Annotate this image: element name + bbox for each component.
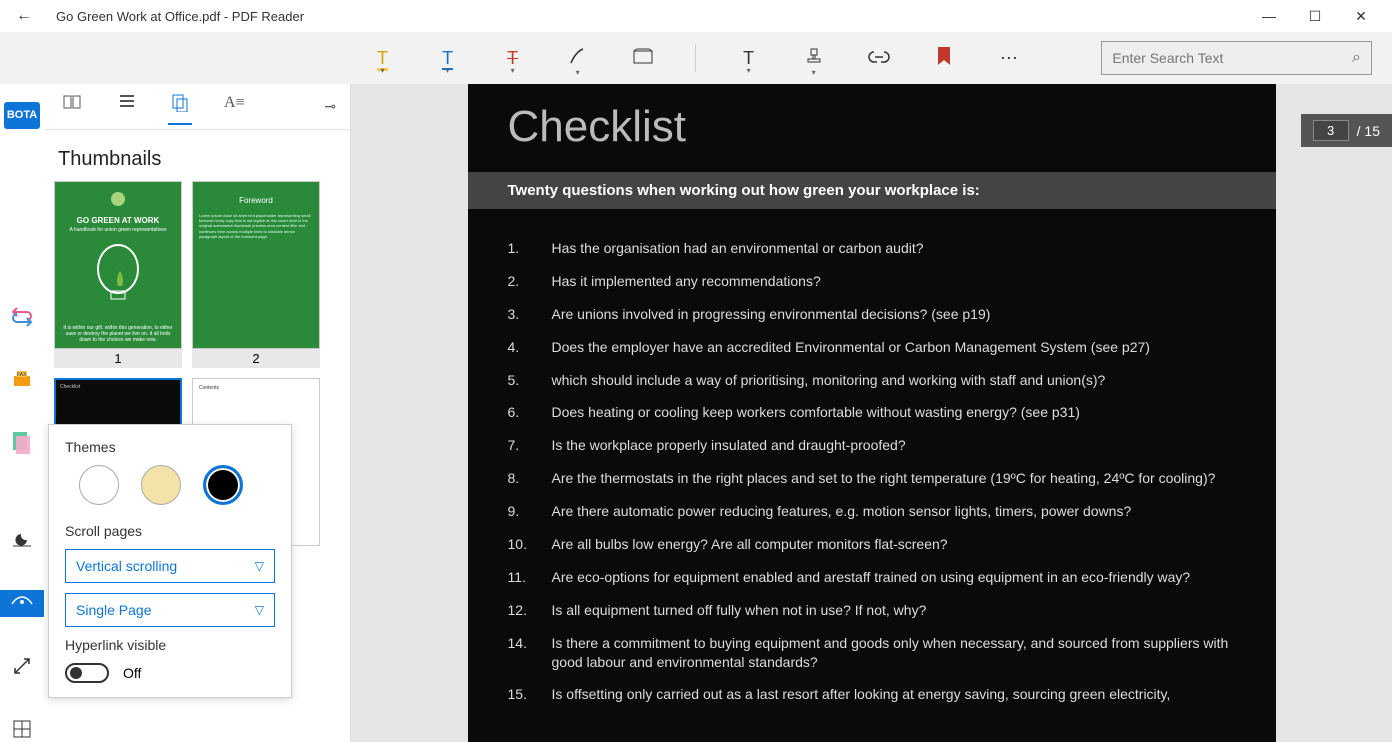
- thumbnail-1[interactable]: GO GREEN AT WORK A handbook for union gr…: [54, 181, 182, 368]
- theme-black[interactable]: [203, 465, 243, 505]
- total-pages: / 15: [1357, 123, 1380, 139]
- rail-expand-icon[interactable]: [4, 653, 40, 680]
- hyperlink-toggle[interactable]: [65, 663, 109, 683]
- document-viewer[interactable]: Checklist Twenty questions when working …: [351, 84, 1392, 742]
- bookmark-tool[interactable]: [931, 46, 956, 71]
- pin-icon[interactable]: ⊸: [324, 98, 336, 115]
- tab-thumbnails-icon[interactable]: [168, 88, 192, 125]
- checklist-item: 3.Are unions involved in progressing env…: [508, 305, 1236, 324]
- minimize-button[interactable]: —: [1246, 8, 1292, 24]
- close-button[interactable]: ✕: [1338, 8, 1384, 25]
- current-page-input[interactable]: [1313, 120, 1349, 141]
- thumbnail-2[interactable]: Foreword Lorem ipsum dolor sit amet text…: [192, 181, 320, 368]
- page-subheading: Twenty questions when working out how gr…: [468, 172, 1276, 209]
- rail-grid-icon[interactable]: [4, 715, 40, 742]
- toggle-state: Off: [123, 665, 141, 681]
- page-mode-dropdown[interactable]: Single Page ▽: [65, 593, 275, 627]
- search-box[interactable]: ⌕: [1101, 41, 1372, 75]
- note-tool[interactable]: [630, 48, 655, 69]
- tab-annotations-icon[interactable]: A≡: [220, 88, 249, 125]
- chevron-down-icon: ▽: [255, 559, 264, 573]
- view-settings-popup: Themes Scroll pages Vertical scrolling ▽…: [48, 424, 292, 698]
- scroll-mode-dropdown[interactable]: Vertical scrolling ▽: [65, 549, 275, 583]
- rail-night-icon[interactable]: [4, 528, 40, 555]
- checklist-item: 15. Is offsetting only carried out as a …: [508, 685, 1236, 704]
- toolbar-divider: [695, 44, 696, 72]
- text-tool[interactable]: T▾: [736, 48, 761, 69]
- search-icon[interactable]: ⌕: [1352, 49, 1361, 67]
- rail-view-icon[interactable]: [0, 590, 44, 617]
- checklist-item: 9.Are there automatic power reducing fea…: [508, 502, 1236, 521]
- link-tool[interactable]: [866, 48, 891, 69]
- chevron-down-icon: ▽: [255, 603, 264, 617]
- rail-form-icon[interactable]: [4, 429, 40, 456]
- hyperlink-label: Hyperlink visible: [65, 637, 275, 653]
- rail-fax-icon[interactable]: FAX: [4, 367, 40, 394]
- theme-sepia[interactable]: [141, 465, 181, 505]
- scroll-label: Scroll pages: [65, 523, 275, 539]
- sidebar-title: Thumbnails: [44, 130, 350, 181]
- highlight-tool[interactable]: T▾: [370, 48, 395, 69]
- tab-book-icon[interactable]: [58, 88, 86, 125]
- search-input[interactable]: [1112, 50, 1352, 66]
- checklist-item: 1.Has the organisation had an environmen…: [508, 239, 1236, 258]
- checklist-item: 5.which should include a way of prioriti…: [508, 371, 1236, 390]
- underline-tool[interactable]: T▾: [435, 48, 460, 69]
- checklist-item: 2.Has it implemented any recommendations…: [508, 272, 1236, 291]
- theme-white[interactable]: [79, 465, 119, 505]
- page-indicator: / 15: [1301, 114, 1392, 147]
- ink-tool[interactable]: ▾: [565, 46, 590, 71]
- checklist-item: 11. Are eco-options for equipment enable…: [508, 568, 1236, 587]
- checklist-item: 8. Are the thermostats in the right plac…: [508, 469, 1236, 488]
- page-heading: Checklist: [468, 84, 1276, 172]
- checklist-item: 4. Does the employer have an accredited …: [508, 338, 1236, 357]
- checklist-item: 12. Is all equipment turned off fully wh…: [508, 601, 1236, 620]
- stamp-tool[interactable]: ▾: [801, 46, 826, 71]
- back-button[interactable]: ←: [8, 7, 40, 25]
- window-title: Go Green Work at Office.pdf - PDF Reader: [56, 9, 304, 24]
- rail-bota[interactable]: BOTA: [4, 102, 40, 129]
- checklist-item: 10. Are all bulbs low energy? Are all co…: [508, 535, 1236, 554]
- themes-label: Themes: [65, 439, 275, 455]
- rail-undo-redo-icon[interactable]: [4, 304, 40, 331]
- maximize-button[interactable]: ☐: [1292, 8, 1338, 25]
- svg-text:FAX: FAX: [17, 372, 27, 378]
- more-tool[interactable]: ⋯: [996, 48, 1021, 69]
- checklist-item: 7.Is the workplace properly insulated an…: [508, 436, 1236, 455]
- checklist-item: 6.Does heating or cooling keep workers c…: [508, 403, 1236, 422]
- strikethrough-tool[interactable]: T▾: [500, 48, 525, 69]
- tab-outline-icon[interactable]: [114, 88, 140, 125]
- checklist-item: 14. Is there a commitment to buying equi…: [508, 634, 1236, 672]
- page-content: Checklist Twenty questions when working …: [468, 84, 1276, 742]
